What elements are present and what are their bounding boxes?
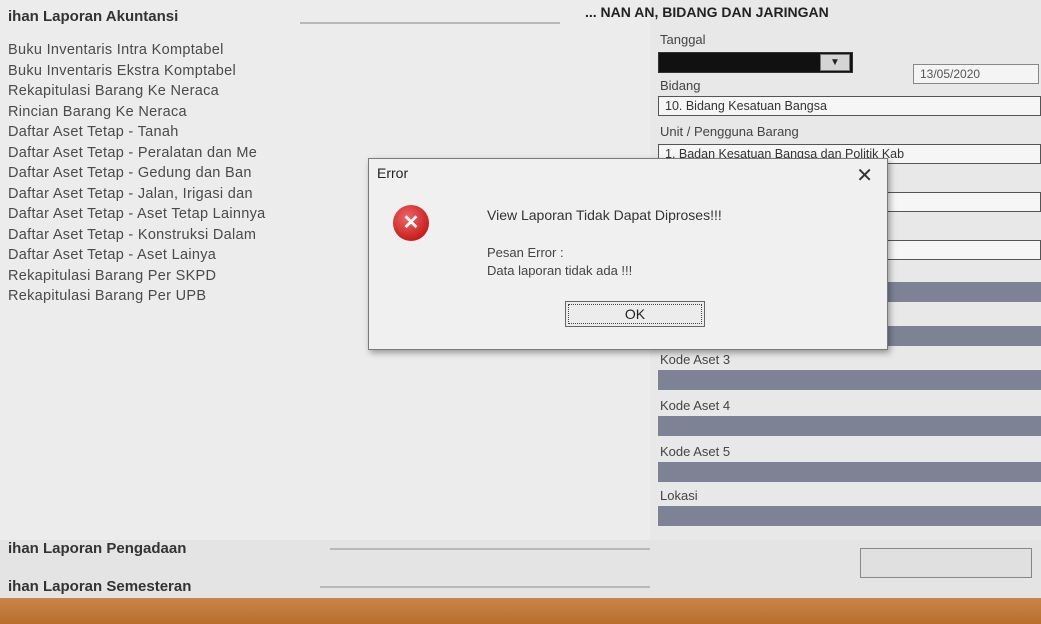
- report-item[interactable]: Daftar Aset Tetap - Aset Tetap Lainnya: [8, 204, 266, 225]
- report-item[interactable]: Rincian Barang Ke Neraca: [8, 102, 266, 123]
- kode-aset3-field[interactable]: [658, 370, 1041, 390]
- app-window: ihan Laporan Akuntansi Buku Inventaris I…: [0, 0, 1041, 624]
- kode-aset4-field[interactable]: [658, 416, 1041, 436]
- error-dialog: Error ✕ ✕ View Laporan Tidak Dapat Dipro…: [368, 158, 888, 350]
- date-field[interactable]: 13/05/2020: [913, 64, 1039, 84]
- tanggal-label: Tanggal: [660, 32, 706, 47]
- section-divider: [300, 22, 560, 24]
- bidang-field[interactable]: 10. Bidang Kesatuan Bangsa: [658, 96, 1041, 116]
- error-label: Pesan Error :: [487, 245, 564, 260]
- section-divider: [320, 586, 650, 588]
- error-detail: Data laporan tidak ada !!!: [487, 263, 633, 278]
- report-item[interactable]: Daftar Aset Tetap - Peralatan dan Me: [8, 143, 266, 164]
- report-item[interactable]: Buku Inventaris Ekstra Komptabel: [8, 61, 266, 82]
- report-item[interactable]: Daftar Aset Tetap - Aset Lainya: [8, 245, 266, 266]
- lokasi-label: Lokasi: [660, 488, 698, 503]
- process-button[interactable]: [860, 548, 1032, 578]
- report-item[interactable]: Rekapitulasi Barang Per SKPD: [8, 266, 266, 287]
- semester-reports-title: ihan Laporan Semesteran: [8, 578, 192, 595]
- report-item[interactable]: Buku Inventaris Intra Komptabel: [8, 40, 266, 61]
- report-item[interactable]: Rekapitulasi Barang Per UPB: [8, 286, 266, 307]
- ok-button[interactable]: OK: [565, 301, 705, 327]
- report-list: Buku Inventaris Intra Komptabel Buku Inv…: [8, 40, 266, 307]
- chevron-down-icon[interactable]: ▼: [820, 54, 850, 71]
- accounting-reports-title: ihan Laporan Akuntansi: [8, 8, 179, 25]
- taskbar: [0, 598, 1041, 624]
- kode-aset3-label: Kode Aset 3: [660, 352, 731, 367]
- bidang-label: Bidang: [660, 78, 701, 93]
- report-item[interactable]: Daftar Aset Tetap - Gedung dan Ban: [8, 163, 266, 184]
- report-item[interactable]: Daftar Aset Tetap - Jalan, Irigasi dan: [8, 184, 266, 205]
- procurement-reports-title: ihan Laporan Pengadaan: [8, 540, 187, 557]
- kode-aset5-label: Kode Aset 5: [660, 444, 731, 459]
- lokasi-field[interactable]: [658, 506, 1041, 526]
- error-icon: ✕: [393, 205, 429, 241]
- report-item[interactable]: Daftar Aset Tetap - Tanah: [8, 122, 266, 143]
- kode-aset5-field[interactable]: [658, 462, 1041, 482]
- error-message: View Laporan Tidak Dapat Diproses!!!: [487, 207, 722, 223]
- close-icon[interactable]: ✕: [856, 163, 873, 188]
- report-item[interactable]: Daftar Aset Tetap - Konstruksi Dalam: [8, 225, 266, 246]
- report-item[interactable]: Rekapitulasi Barang Ke Neraca: [8, 81, 266, 102]
- dialog-title: Error: [377, 165, 409, 181]
- window-header: ... NAN AN, BIDANG DAN JARINGAN: [585, 4, 829, 20]
- unit-label: Unit / Pengguna Barang: [660, 124, 799, 139]
- section-divider: [330, 548, 650, 550]
- kode-aset4-label: Kode Aset 4: [660, 398, 731, 413]
